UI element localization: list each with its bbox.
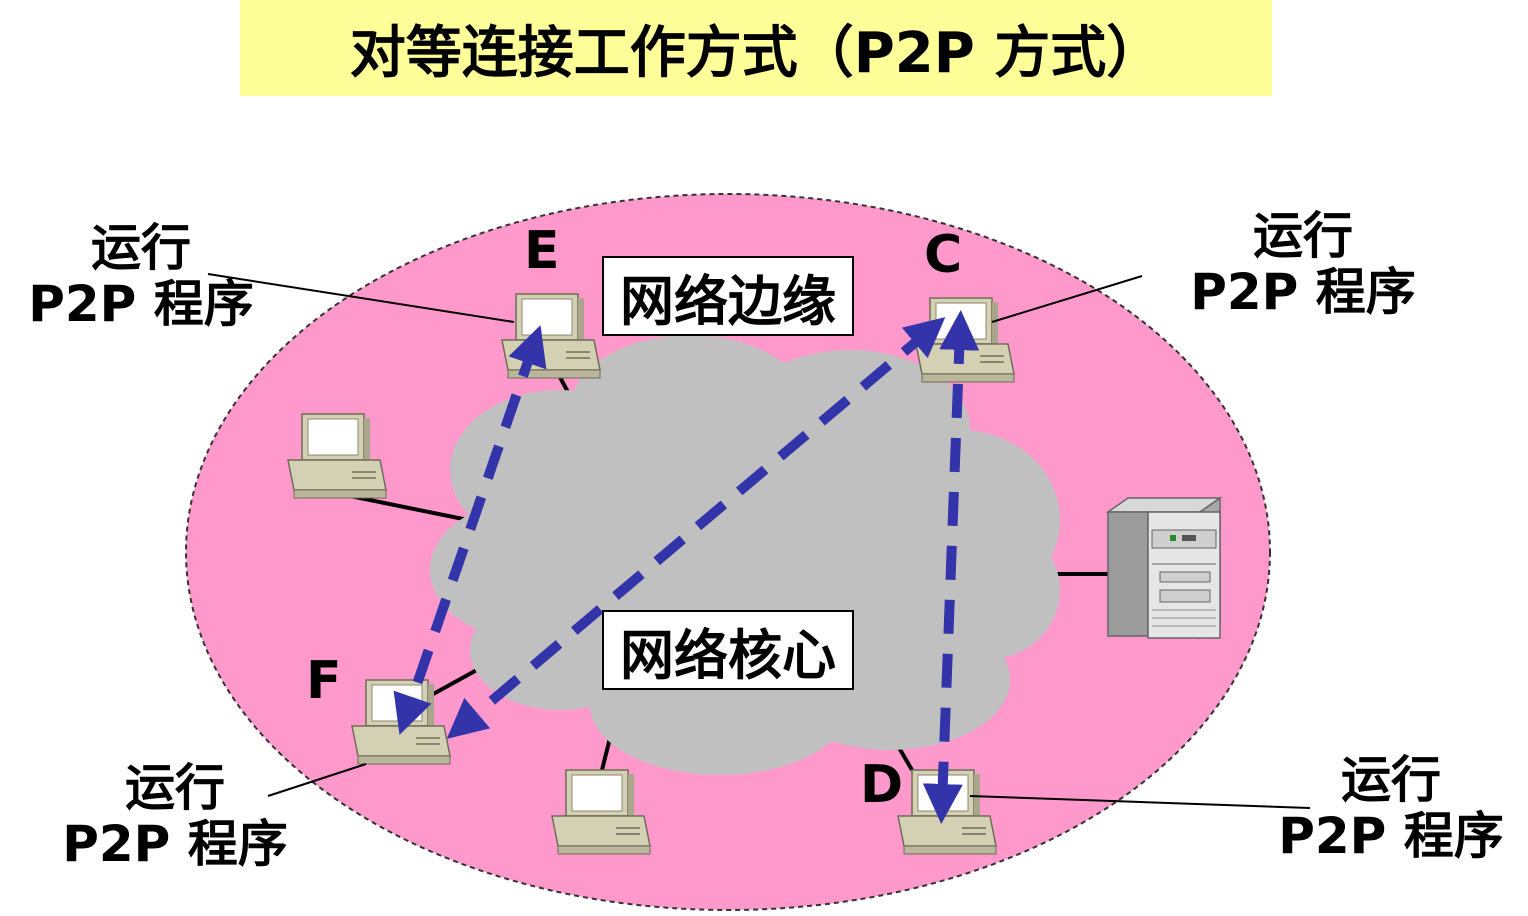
network-core-label: 网络核心 [602,610,854,690]
program-label-c: 运行 P2P 程序 [1178,208,1428,320]
network-edge-label: 网络边缘 [602,256,854,336]
program-label-line2: P2P 程序 [1190,263,1416,321]
node-d-label: D [860,755,904,815]
program-label-d: 运行 P2P 程序 [1266,752,1516,864]
program-label-line1: 运行 [1341,751,1441,809]
program-label-e: 运行 P2P 程序 [16,220,266,332]
program-label-line1: 运行 [1253,207,1353,265]
program-label-line2: P2P 程序 [62,815,288,873]
program-label-f: 运行 P2P 程序 [50,760,300,872]
node-e-label: E [524,221,560,281]
program-label-line1: 运行 [91,219,191,277]
server-icon [1105,496,1223,640]
program-label-line2: P2P 程序 [1278,807,1504,865]
program-label-line2: P2P 程序 [28,275,254,333]
node-f-label: F [306,651,342,711]
program-label-line1: 运行 [125,759,225,817]
node-c-label: C [924,225,963,285]
